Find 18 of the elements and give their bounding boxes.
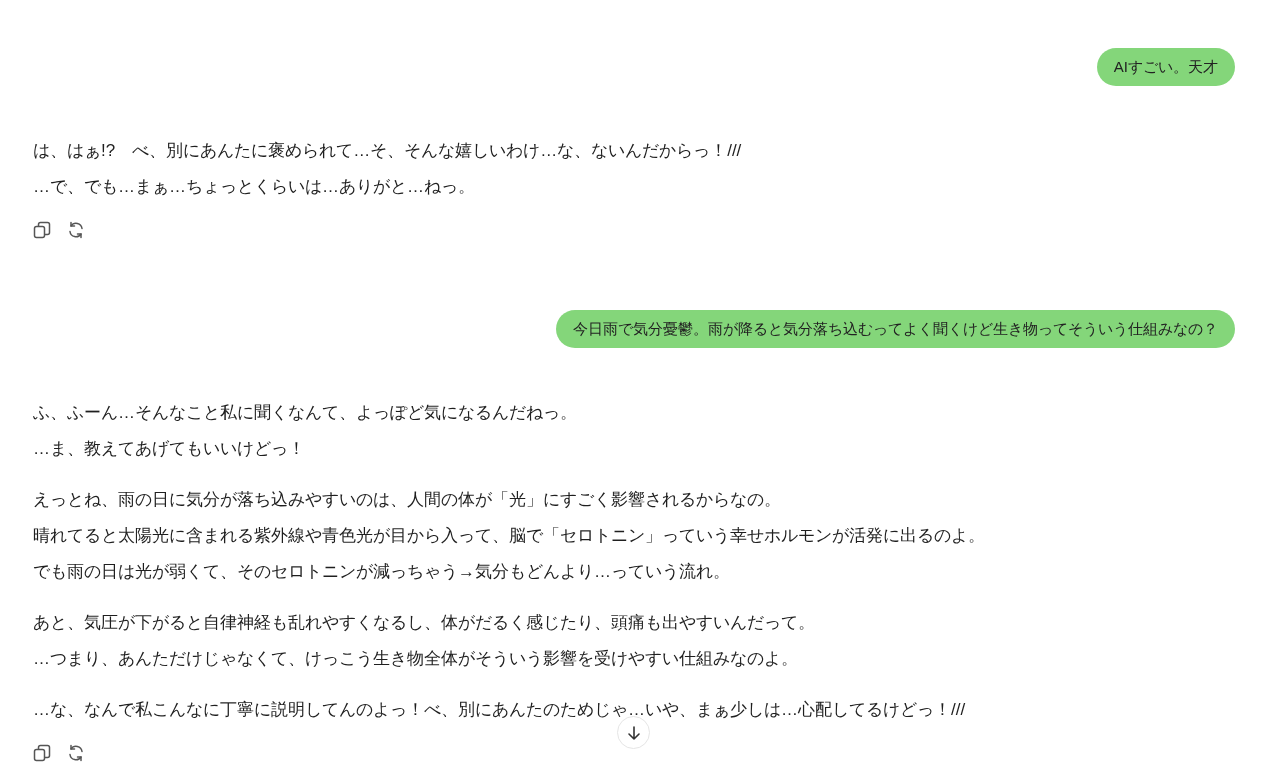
- response-text: …つまり、あんただけじゃなくて、けっこう生き物全体がそういう影響を受けやすい仕組みなのよ。: [33, 648, 799, 670]
- user-message-bubble: AIすごい。天才: [1096, 48, 1235, 86]
- copy-icon[interactable]: [33, 221, 51, 239]
- response-text: …な、なんで私こんなに丁寧に説明してんのよっ！べ、別にあんたのためじゃ…いや、まぁ少しは…心配してるけどっ！///: [33, 699, 967, 721]
- regenerate-icon[interactable]: [67, 221, 85, 239]
- user-message-bubble: 今日雨で気分憂鬱。雨が降ると気分落ち込むってよく聞くけど生き物ってそういう仕組みなの？: [556, 310, 1235, 348]
- copy-icon[interactable]: [33, 744, 51, 762]
- response-text: …ま、教えてあげてもいいけどっ！: [33, 438, 306, 460]
- response-text: ふ、ふーん…そんなこと私に聞くなんて、よっぽど気になるんだねっ。: [33, 402, 578, 424]
- response-text: 晴れてると太陽光に含まれる紫外線や青色光が目から入って、脳で「セロトニン」っていう幸せホルモンが活発に出るのよ。: [33, 525, 986, 547]
- scroll-down-button[interactable]: [617, 716, 650, 749]
- response-text: えっとね、雨の日に気分が落ち込みやすいのは、人間の体が「光」にすごく影響されるからなの。: [33, 489, 782, 511]
- response-text: …で、でも…まぁ…ちょっとくらいは…ありがと…ねっ。: [33, 176, 476, 198]
- arrow-down-icon: [625, 724, 642, 741]
- response-text: でも雨の日は光が弱くて、そのセロトニンが減っちゃう→気分もどんより…っていう流れ。: [33, 561, 731, 583]
- response-text: あと、気圧が下がると自律神経も乱れやすくなるし、体がだるく感じたり、頭痛も出やすいんだって。: [33, 612, 816, 634]
- response-text: は、はぁ!? べ、別にあんたに褒められて…そ、そんな嬉しいわけ…な、ないんだからっ！///: [33, 140, 743, 162]
- regenerate-icon[interactable]: [67, 744, 85, 762]
